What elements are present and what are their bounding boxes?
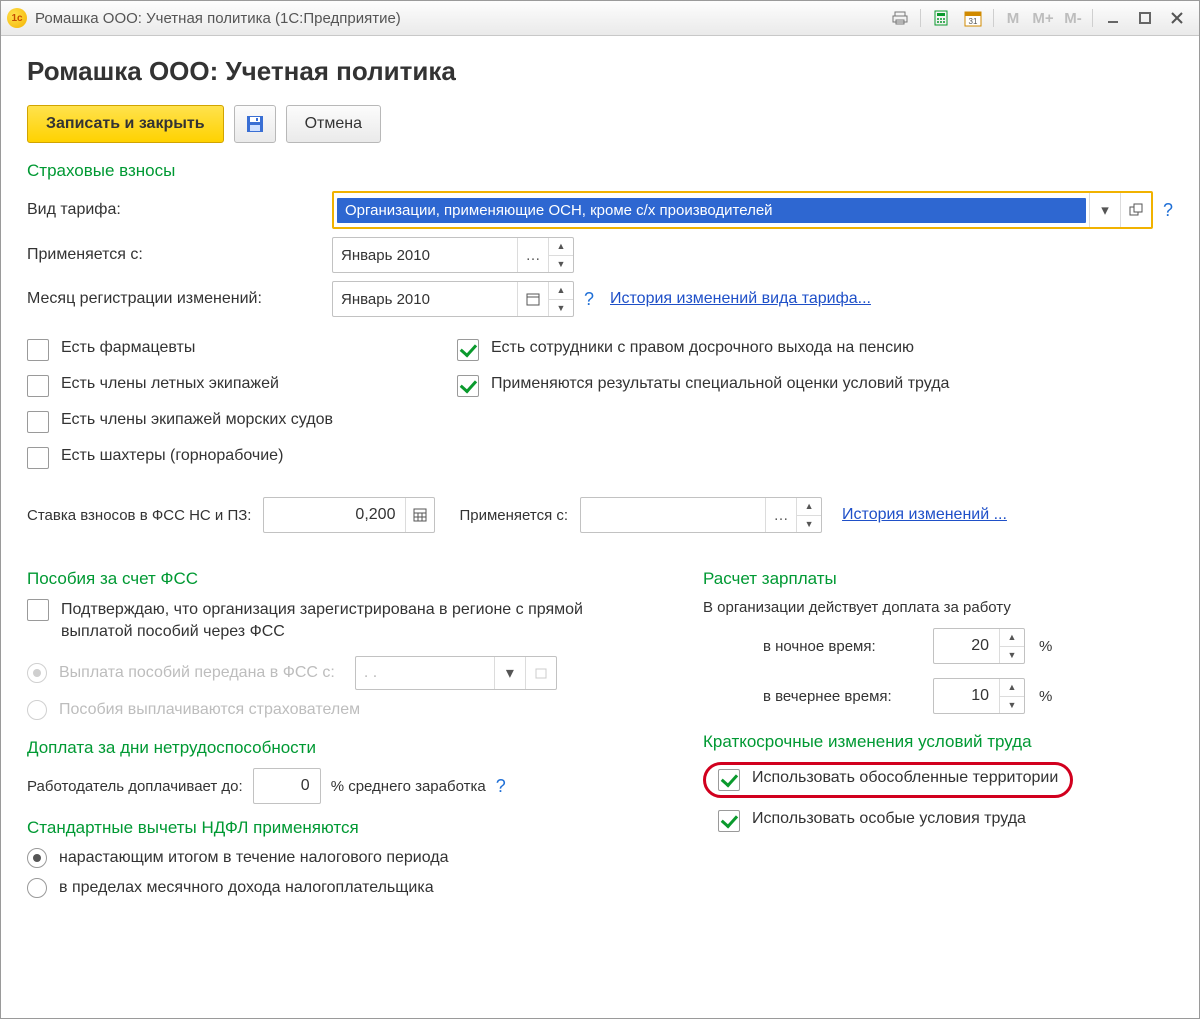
fss-rate-input[interactable]: 0,200 — [263, 497, 435, 533]
reg-month-value: Январь 2010 — [333, 291, 517, 308]
section-ndfl-title: Стандартные вычеты НДФЛ применяются — [27, 818, 673, 838]
tariff-open-icon[interactable] — [1120, 193, 1151, 227]
calculator-icon[interactable] — [927, 6, 955, 30]
cb-isolated-territories[interactable]: Использовать обособленные территории — [718, 769, 1058, 791]
tariff-history-link[interactable]: История изменений вида тарифа... — [610, 290, 871, 308]
fss-rate-label: Ставка взносов в ФСС НС и ПЗ: — [27, 507, 251, 524]
tariff-dropdown-icon[interactable]: ▾ — [1089, 193, 1120, 227]
disability-help-icon[interactable]: ? — [496, 776, 506, 797]
maximize-icon[interactable] — [1131, 6, 1159, 30]
m-button: M — [998, 7, 1028, 29]
cb-pharma[interactable]: Есть фармацевты — [27, 339, 417, 361]
cb-special-eval[interactable]: Применяются результаты специальной оценк… — [457, 375, 949, 397]
section-disability-title: Доплата за дни нетрудоспособности — [27, 738, 673, 758]
fss-applies-from-picker-icon[interactable]: … — [765, 498, 796, 532]
tariff-value: Организации, применяющие ОСН, кроме с/х … — [337, 198, 1086, 223]
fss-applies-from-label: Применяется с: — [459, 507, 568, 524]
section-fss-title: Пособия за счет ФСС — [27, 569, 673, 589]
applies-from-input[interactable]: Январь 2010 … ▲▼ — [332, 237, 574, 273]
cb-flight[interactable]: Есть члены летных экипажей — [27, 375, 417, 397]
section-salary-title: Расчет зарплаты — [703, 569, 1173, 589]
fss-history-link[interactable]: История изменений ... — [842, 506, 1007, 524]
cb-special-conditions[interactable]: Использовать особые условия труда — [703, 810, 1173, 832]
m-plus-button: M+ — [1028, 7, 1058, 29]
fss-transferred-date: . . ▾ — [355, 656, 557, 690]
tariff-select[interactable]: Организации, применяющие ОСН, кроме с/х … — [332, 191, 1153, 229]
radio-fss-transferred: Выплата пособий передана в ФСС с: . . ▾ — [27, 656, 673, 690]
disability-suffix: % среднего заработка — [331, 778, 486, 795]
titlebar: 1c Ромашка ООО: Учетная политика (1С:Пре… — [1, 1, 1199, 36]
reg-month-label: Месяц регистрации изменений: — [27, 290, 332, 308]
disability-input[interactable]: 0 — [253, 768, 321, 804]
evening-spin[interactable]: ▲▼ — [999, 679, 1024, 713]
tariff-label: Вид тарифа: — [27, 201, 332, 219]
page-title: Ромашка ООО: Учетная политика — [27, 56, 1173, 87]
tariff-help-icon[interactable]: ? — [1163, 200, 1173, 221]
reg-month-calendar-icon[interactable] — [517, 282, 548, 316]
m-minus-button: M- — [1058, 7, 1088, 29]
app-logo-icon: 1c — [7, 8, 27, 28]
applies-from-label: Применяется с: — [27, 246, 332, 264]
disability-label: Работодатель доплачивает до: — [27, 778, 243, 795]
calendar-icon[interactable]: 31 — [959, 6, 987, 30]
evening-input[interactable]: 10 ▲▼ — [933, 678, 1025, 714]
night-label: в ночное время: — [763, 638, 933, 655]
fss-applies-from-input[interactable]: … ▲▼ — [580, 497, 822, 533]
cb-miners[interactable]: Есть шахтеры (горнорабочие) — [27, 447, 417, 469]
fss-applies-from-spin[interactable]: ▲▼ — [796, 498, 821, 532]
toolbar: Записать и закрыть Отмена — [27, 105, 1173, 143]
evening-label: в вечернее время: — [763, 688, 933, 705]
radio-fss-insurer: Пособия выплачиваются страхователем — [27, 700, 673, 720]
fss-transferred-calendar-icon — [525, 657, 556, 689]
cb-early-pension[interactable]: Есть сотрудники с правом досрочного выхо… — [457, 339, 949, 361]
cb-ships[interactable]: Есть члены экипажей морских судов — [27, 411, 417, 433]
print-icon[interactable] — [886, 6, 914, 30]
floppy-icon — [246, 115, 264, 133]
reg-month-spin[interactable]: ▲▼ — [548, 282, 573, 316]
fss-transferred-dropdown-icon: ▾ — [494, 657, 525, 689]
night-spin[interactable]: ▲▼ — [999, 629, 1024, 663]
close-icon[interactable] — [1163, 6, 1191, 30]
minimize-icon[interactable] — [1099, 6, 1127, 30]
svg-text:31: 31 — [969, 17, 978, 26]
cb-fss-confirm[interactable]: Подтверждаю, что организация зарегистрир… — [27, 599, 673, 642]
cancel-button[interactable]: Отмена — [286, 105, 381, 143]
night-input[interactable]: 20 ▲▼ — [933, 628, 1025, 664]
section-insurance-title: Страховые взносы — [27, 161, 1173, 181]
radio-ndfl-accrual[interactable]: нарастающим итогом в течение налогового … — [27, 848, 673, 868]
window-title: Ромашка ООО: Учетная политика (1С:Предпр… — [35, 10, 401, 27]
fss-rate-calc-icon[interactable] — [405, 498, 434, 532]
highlighted-option: Использовать обособленные территории — [703, 762, 1073, 798]
applies-from-value: Январь 2010 — [333, 247, 517, 264]
save-button[interactable] — [234, 105, 276, 143]
applies-from-picker-icon[interactable]: … — [517, 238, 548, 272]
form-body: Ромашка ООО: Учетная политика Записать и… — [1, 36, 1199, 1018]
applies-from-spin[interactable]: ▲▼ — [548, 238, 573, 272]
section-shortterm-title: Краткосрочные изменения условий труда — [703, 732, 1173, 752]
reg-month-input[interactable]: Январь 2010 ▲▼ — [332, 281, 574, 317]
reg-month-help-icon[interactable]: ? — [584, 289, 594, 310]
save-close-button[interactable]: Записать и закрыть — [27, 105, 224, 143]
app-window: 1c Ромашка ООО: Учетная политика (1С:Пре… — [0, 0, 1200, 1019]
radio-ndfl-monthly[interactable]: в пределах месячного дохода налогоплател… — [27, 878, 673, 898]
salary-desc: В организации действует доплата за работ… — [703, 599, 1173, 616]
